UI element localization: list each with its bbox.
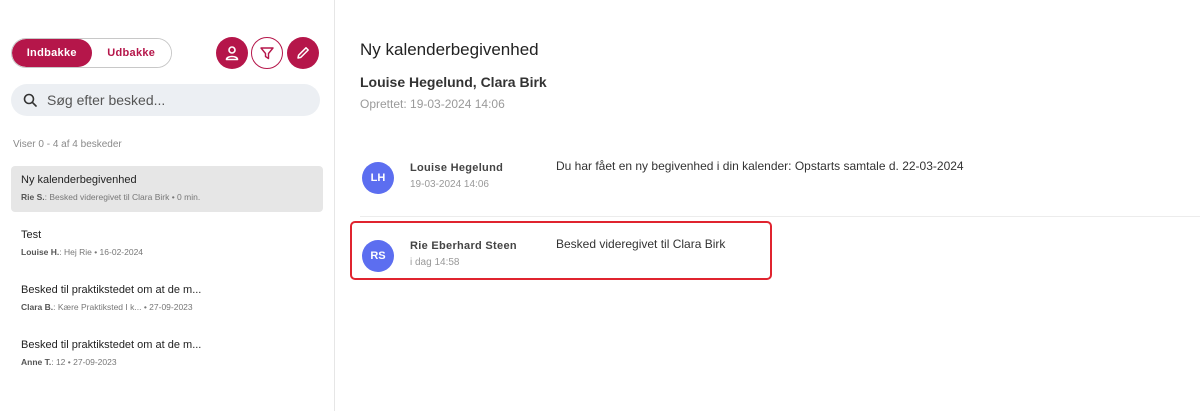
list-item-title: Besked til praktikstedet om at de m...	[21, 284, 202, 296]
pencil-icon	[297, 47, 309, 59]
list-item[interactable]: Test Louise H.: Hej Rie • 16-02-2024	[11, 221, 323, 267]
list-item-title: Test	[21, 229, 42, 241]
list-item-preview: : Besked videregivet til Clara Birk • 0 …	[44, 192, 201, 202]
highlight-box	[350, 221, 772, 280]
list-item-preview: : 12 • 27-09-2023	[51, 357, 117, 367]
list-item-sender: Rie S.	[21, 192, 45, 202]
list-item-meta: Clara B.: Kære Praktiksted I k... • 27-0…	[21, 302, 313, 312]
list-item-title: Ny kalenderbegivenhed	[21, 174, 137, 186]
list-item-sender: Anne T.	[21, 357, 52, 367]
thread-participants: Louise Hegelund, Clara Birk	[360, 74, 547, 90]
list-item-meta: Rie S.: Besked videregivet til Clara Bir…	[21, 192, 313, 202]
thread-created: Oprettet: 19-03-2024 14:06	[360, 97, 505, 111]
message-time: 19-03-2024 14:06	[410, 179, 489, 190]
avatar: LH	[362, 162, 394, 194]
message-count: Viser 0 - 4 af 4 beskeder	[13, 139, 122, 150]
list-item-preview: : Kære Praktiksted I k... • 27-09-2023	[53, 302, 193, 312]
user-icon	[225, 46, 239, 61]
message-list-pane: Indbakke Udbakke Viser 0 - 4 af 4 besked…	[0, 0, 335, 411]
filter-button[interactable]	[251, 37, 283, 69]
search-input[interactable]	[47, 92, 297, 108]
thread-subject: Ny kalenderbegivenhed	[360, 40, 539, 59]
message-divider	[360, 216, 1200, 217]
tab-outbox[interactable]: Udbakke	[91, 39, 171, 67]
list-item-title: Besked til praktikstedet om at de m...	[21, 339, 202, 351]
list-item[interactable]: Besked til praktikstedet om at de m... C…	[11, 276, 323, 322]
filter-icon	[260, 47, 274, 60]
thread-pane: Ny kalenderbegivenhed Louise Hegelund, C…	[336, 0, 1200, 411]
contacts-button[interactable]	[216, 37, 248, 69]
app: Indbakke Udbakke Viser 0 - 4 af 4 besked…	[0, 0, 1200, 411]
tab-inbox[interactable]: Indbakke	[12, 39, 92, 67]
message-text: Du har fået en ny begivenhed i din kalen…	[556, 159, 964, 173]
compose-button[interactable]	[287, 37, 319, 69]
list-item-meta: Anne T.: 12 • 27-09-2023	[21, 357, 313, 367]
list-item-sender: Clara B.	[21, 302, 54, 312]
search-bar	[11, 84, 320, 116]
list-item[interactable]: Ny kalenderbegivenhed Rie S.: Besked vid…	[11, 166, 323, 212]
list-item[interactable]: Besked til praktikstedet om at de m... A…	[11, 331, 323, 377]
inbox-outbox-toggle: Indbakke Udbakke	[11, 38, 172, 68]
message-author: Louise Hegelund	[410, 162, 504, 174]
thread-message: LH Louise Hegelund 19-03-2024 14:06 Du h…	[360, 154, 1180, 214]
search-icon	[23, 93, 37, 107]
list-item-meta: Louise H.: Hej Rie • 16-02-2024	[21, 247, 313, 257]
list-item-sender: Louise H.	[21, 247, 60, 257]
message-list: Ny kalenderbegivenhed Rie S.: Besked vid…	[11, 166, 323, 386]
list-item-preview: : Hej Rie • 16-02-2024	[59, 247, 144, 257]
